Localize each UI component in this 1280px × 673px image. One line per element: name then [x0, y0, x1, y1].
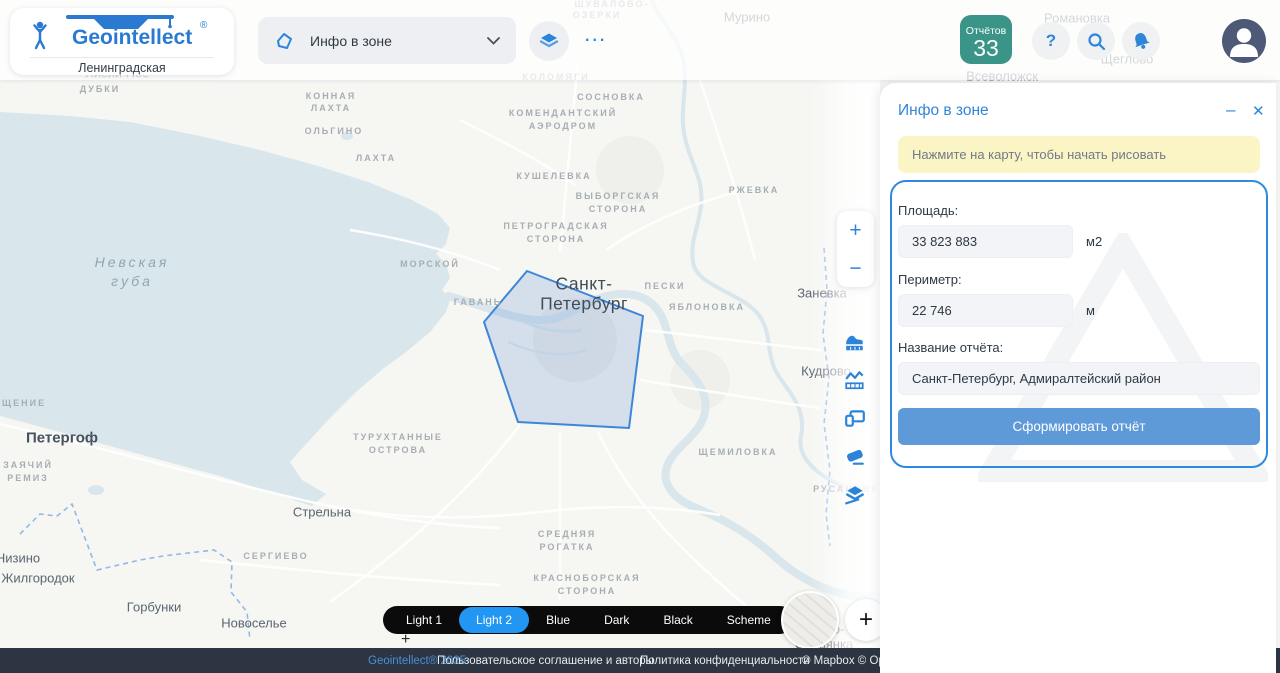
bell-icon: [1131, 31, 1151, 51]
close-panel-button[interactable]: ✕: [1246, 101, 1271, 121]
chevron-down-icon: [487, 37, 500, 45]
search-button[interactable]: [1077, 22, 1115, 60]
search-icon: [1087, 32, 1106, 51]
panel-title: Инфо в зоне: [898, 102, 989, 120]
footer-agreement-link[interactable]: Пользовательское соглашение и авторы: [437, 655, 654, 667]
logo-divider: [30, 57, 214, 58]
region-label: Ленинградская: [10, 61, 234, 75]
polygon-icon: [274, 31, 294, 51]
area-chart-icon: [844, 331, 868, 353]
map-style-switcher: Light 1Light 2BlueDarkBlackScheme: [383, 606, 794, 634]
style-option-black[interactable]: Black: [646, 607, 709, 633]
style-option-dark[interactable]: Dark: [587, 607, 646, 633]
area-input[interactable]: [898, 225, 1073, 258]
draw-hint-banner: Нажмите на карту, чтобы начать рисовать: [898, 136, 1260, 173]
top-bar: Geointellect ® Ленинградская Инфо в зоне: [0, 0, 1280, 80]
area-report-button[interactable]: [844, 330, 868, 354]
footer-privacy-link[interactable]: Политика конфиденциальности: [640, 655, 810, 667]
style-option-scheme[interactable]: Scheme: [710, 607, 788, 633]
report-name-input[interactable]: [898, 362, 1260, 395]
line-chart-icon: [844, 369, 868, 391]
notifications-button[interactable]: [1122, 22, 1160, 60]
question-icon: ?: [1046, 31, 1056, 51]
layers-icon: [539, 31, 559, 51]
logo-text: Geointellect: [72, 26, 192, 50]
report-name-label: Название отчёта:: [898, 340, 1003, 355]
user-avatar[interactable]: [1222, 19, 1266, 63]
minimize-panel-button[interactable]: –: [1220, 99, 1241, 121]
map-tools-toolbar: [836, 330, 875, 506]
layers-button[interactable]: [529, 21, 569, 61]
line-chart-button[interactable]: [844, 368, 868, 392]
area-label: Площадь:: [898, 203, 958, 218]
map-zoom-controls: + −: [837, 211, 874, 287]
perimeter-unit: м: [1086, 303, 1095, 318]
devices-icon: [844, 407, 868, 429]
map-style-thumbnail[interactable]: [781, 591, 839, 649]
reports-count: 33: [960, 37, 1012, 60]
map-cross-marker: +: [401, 631, 410, 649]
help-button[interactable]: ?: [1032, 22, 1070, 60]
layers-clear-button[interactable]: [844, 482, 868, 506]
perimeter-input[interactable]: [898, 294, 1073, 327]
zoom-in-button[interactable]: +: [837, 211, 874, 249]
eraser-icon: [844, 445, 868, 467]
area-unit: м2: [1086, 234, 1102, 249]
style-option-blue[interactable]: Blue: [529, 607, 587, 633]
info-zone-panel: Инфо в зоне – ✕ Нажмите на карту, чтобы …: [880, 83, 1276, 673]
style-option-light-1[interactable]: Light 1: [389, 607, 459, 633]
logo-card[interactable]: Geointellect ® Ленинградская: [10, 8, 234, 75]
perimeter-label: Периметр:: [898, 272, 962, 287]
logo-person-icon: [32, 21, 48, 51]
generate-report-button[interactable]: Сформировать отчёт: [898, 408, 1260, 445]
devices-button[interactable]: [844, 406, 868, 430]
more-tools-button[interactable]: ...: [579, 27, 613, 47]
zoom-out-button[interactable]: −: [837, 249, 874, 287]
app-window: ДУБКИШУВАЛОВО-ОЗЕРКИКОННАЯЛАХТАОЛЬГИНОЛА…: [0, 0, 1280, 673]
eraser-button[interactable]: [844, 444, 868, 468]
tool-selector-label: Инфо в зоне: [310, 33, 392, 49]
logo-registered-mark: ®: [200, 20, 207, 31]
tool-selector-dropdown[interactable]: Инфо в зоне: [258, 17, 516, 64]
layers-slash-icon: [844, 483, 868, 505]
reports-counter-button[interactable]: Отчётов 33: [960, 15, 1012, 64]
style-option-light-2[interactable]: Light 2: [459, 607, 529, 633]
